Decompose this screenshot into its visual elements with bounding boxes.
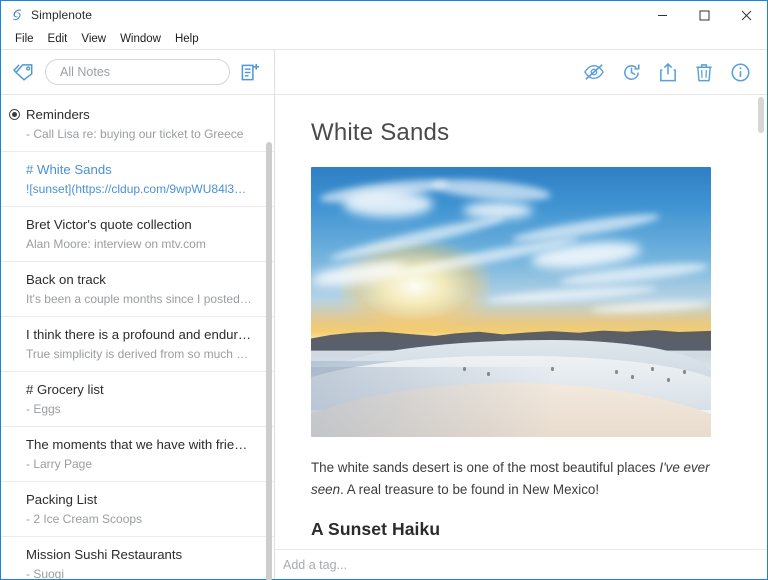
preview-markdown-icon[interactable] xyxy=(583,62,605,82)
tag-input-placeholder: Add a tag... xyxy=(283,557,347,572)
note-title: I think there is a profound and enduring xyxy=(26,327,252,342)
menu-bar: File Edit View Window Help xyxy=(1,29,767,50)
note-title: Packing List xyxy=(26,492,98,507)
list-item[interactable]: # Grocery list - Eggs xyxy=(1,372,274,427)
list-item[interactable]: Bret Victor's quote collection Alan Moor… xyxy=(1,207,274,262)
note-preview: - Larry Page xyxy=(26,457,93,471)
menu-help[interactable]: Help xyxy=(168,31,206,47)
note-content[interactable]: White Sands The white sands desert is on… xyxy=(275,95,767,549)
note-preview: - Eggs xyxy=(26,402,61,416)
list-item[interactable]: Packing List - 2 Ice Cream Scoops xyxy=(1,482,274,537)
search-bar: All Notes xyxy=(1,50,274,95)
history-icon[interactable] xyxy=(621,62,642,83)
search-input[interactable]: All Notes xyxy=(45,59,230,85)
app-title: Simplenote xyxy=(31,8,93,22)
note-preview: It's been a couple months since I posted… xyxy=(26,292,252,306)
share-icon[interactable] xyxy=(658,62,678,83)
menu-window[interactable]: Window xyxy=(113,31,168,47)
note-list-pane: All Notes Reminders - Call Lisa re: buyi… xyxy=(1,50,275,580)
search-placeholder: All Notes xyxy=(60,65,111,79)
page-title: White Sands xyxy=(311,119,450,146)
list-item[interactable]: I think there is a profound and enduring… xyxy=(1,317,274,372)
close-button[interactable] xyxy=(725,1,767,29)
editor-toolbar xyxy=(275,50,767,95)
note-list[interactable]: Reminders - Call Lisa re: buying our tic… xyxy=(1,95,274,579)
note-preview: ![sunset](https://cldup.com/9wpWU84l3n.j… xyxy=(26,182,252,196)
note-list-scrollbar[interactable] xyxy=(266,142,272,580)
scrub xyxy=(667,377,670,382)
title-bar: Simplenote xyxy=(1,1,767,29)
main-body: All Notes Reminders - Call Lisa re: buyi… xyxy=(1,50,767,580)
simplenote-window: Simplenote File Edit View Window Help Al… xyxy=(0,0,768,580)
scrub xyxy=(651,366,654,371)
note-title: Back on track xyxy=(26,272,106,287)
menu-edit[interactable]: Edit xyxy=(41,31,75,47)
note-preview: - Call Lisa re: buying our ticket to Gre… xyxy=(26,127,244,141)
note-title: Reminders xyxy=(26,107,90,122)
note-paragraph: The white sands desert is one of the mos… xyxy=(311,457,711,501)
note-title: # Grocery list xyxy=(26,382,104,397)
tag-bar[interactable]: Add a tag... xyxy=(275,549,767,579)
simplenote-logo-icon xyxy=(10,8,24,22)
minimize-button[interactable] xyxy=(641,1,683,29)
maximize-button[interactable] xyxy=(683,1,725,29)
note-preview: - 2 Ice Cream Scoops xyxy=(26,512,143,526)
note-image xyxy=(311,167,711,437)
scrub xyxy=(463,366,466,371)
menu-file[interactable]: File xyxy=(8,31,41,47)
list-item[interactable]: The moments that we have with friend... … xyxy=(1,427,274,482)
new-note-icon[interactable] xyxy=(240,62,261,83)
list-item[interactable]: Reminders - Call Lisa re: buying our tic… xyxy=(1,97,274,152)
menu-view[interactable]: View xyxy=(74,31,113,47)
window-controls xyxy=(641,1,767,29)
note-title: Bret Victor's quote collection xyxy=(26,217,192,232)
title-bar-left: Simplenote xyxy=(1,8,92,22)
tag-icon[interactable] xyxy=(13,62,35,82)
dune-near-shade xyxy=(311,366,551,437)
scrub xyxy=(683,369,686,374)
paragraph-text-2: . A real treasure to be found in New Mex… xyxy=(340,482,600,497)
scrub xyxy=(551,366,554,371)
note-title: # White Sands xyxy=(26,162,112,177)
note-preview: True simplicity is derived from so much … xyxy=(26,347,252,361)
note-title: Mission Sushi Restaurants xyxy=(26,547,183,562)
scrub xyxy=(487,372,490,377)
list-item[interactable]: # White Sands ![sunset](https://cldup.co… xyxy=(1,152,274,207)
editor-scrollbar[interactable] xyxy=(758,97,764,133)
list-item[interactable]: Back on track It's been a couple months … xyxy=(1,262,274,317)
note-preview: Alan Moore: interview on mtv.com xyxy=(26,237,206,251)
note-title: The moments that we have with friend... xyxy=(26,437,252,452)
trash-icon[interactable] xyxy=(694,62,714,83)
list-item[interactable]: Mission Sushi Restaurants - Suogi xyxy=(1,537,274,579)
note-subheading: A Sunset Haiku xyxy=(311,519,441,539)
pin-indicator-icon xyxy=(9,109,20,120)
scrub xyxy=(631,374,634,379)
scrub xyxy=(615,369,618,374)
note-preview: - Suogi xyxy=(26,567,65,579)
paragraph-text-1: The white sands desert is one of the mos… xyxy=(311,460,660,475)
note-editor-pane: White Sands The white sands desert is on… xyxy=(275,50,767,579)
info-icon[interactable] xyxy=(730,62,751,83)
